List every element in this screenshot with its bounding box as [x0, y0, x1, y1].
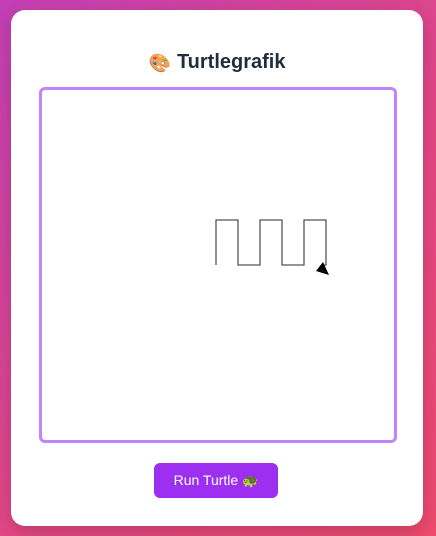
turtle-cursor-icon [316, 262, 329, 275]
turtle-drawing [215, 219, 329, 275]
turtle-path [215, 219, 327, 266]
page-title-text: Turtlegrafik [176, 51, 286, 73]
run-turtle-label: Run Turtle [173, 472, 239, 488]
turtle-icon: 🐢 [242, 473, 259, 488]
main-card: 🎨 Turtlegrafik Run Turtle 🐢 [11, 10, 423, 526]
palette-icon: 🎨 [148, 53, 171, 73]
run-turtle-button[interactable]: Run Turtle 🐢 [154, 463, 278, 498]
page-title: 🎨 Turtlegrafik [11, 50, 423, 75]
drawing-canvas[interactable] [39, 87, 397, 443]
